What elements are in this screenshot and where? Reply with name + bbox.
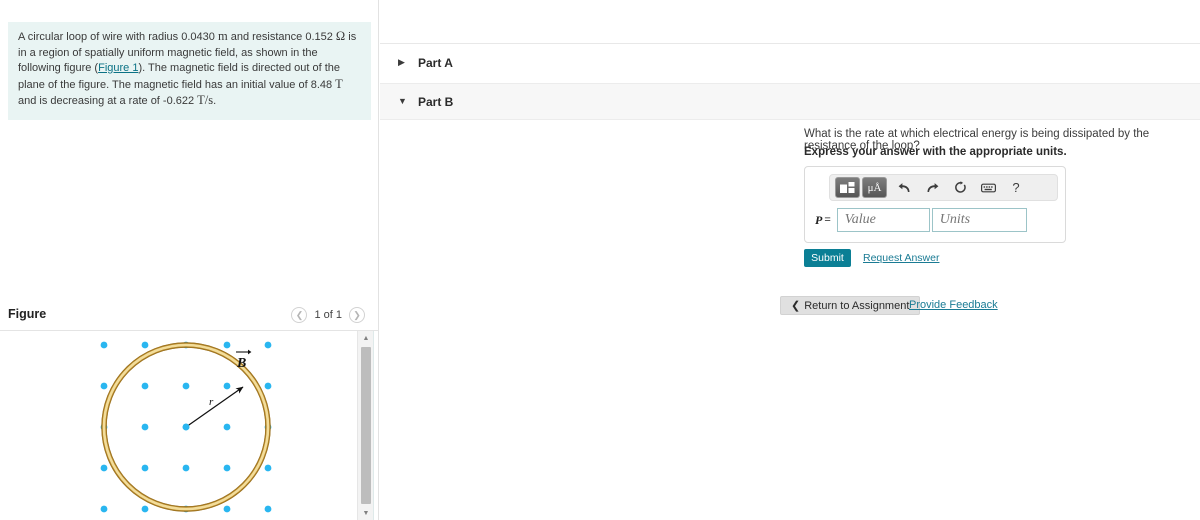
problem-text-5: and is decreasing at a rate of -0.622 <box>18 95 198 107</box>
figure-right-edge <box>373 331 374 520</box>
reset-icon[interactable] <box>949 178 971 198</box>
variable-label: P <box>815 212 823 227</box>
part-b-label: Part B <box>418 94 454 109</box>
figure-1-link[interactable]: Figure 1 <box>98 62 138 74</box>
left-column: A circular loop of wire with radius 0.04… <box>0 0 379 520</box>
template-glyph <box>840 181 855 193</box>
keyboard-glyph <box>980 183 996 192</box>
answer-toolbar: μÅ ? <box>829 174 1058 201</box>
redo-glyph <box>927 182 938 192</box>
figure-viewport: r B <box>0 331 360 520</box>
part-a-header[interactable]: ▶ Part A <box>380 44 1200 81</box>
help-icon[interactable]: ? <box>1005 178 1027 198</box>
magnetic-field-loop-diagram: r B <box>100 341 272 513</box>
radius-arrow <box>182 386 244 431</box>
template-icon[interactable] <box>835 177 860 198</box>
figure-pager: ❮ 1 of 1 ❯ <box>291 307 365 323</box>
problem-text-2: and resistance 0.152 <box>227 31 336 43</box>
answer-entry-box: μÅ ? P = Value Units <box>804 166 1066 243</box>
problem-text-1: A circular loop of wire with radius 0.04… <box>18 31 218 43</box>
figure-page-count: 1 of 1 <box>314 309 342 321</box>
undo-icon[interactable] <box>893 178 915 198</box>
part-a-label: Part A <box>418 55 453 70</box>
scrollbar-up-arrow[interactable]: ▲ <box>358 331 374 345</box>
value-input[interactable] <box>836 208 930 232</box>
problem-page: A circular loop of wire with radius 0.04… <box>0 0 1200 520</box>
instruction-text: Express your answer with the appropriate… <box>804 146 1067 158</box>
chevron-right-icon[interactable]: ▶ <box>398 58 407 67</box>
scrollbar-thumb[interactable] <box>361 347 371 504</box>
figure-title: Figure <box>8 307 47 321</box>
radius-label: r <box>209 396 214 408</box>
units-label: μÅ <box>867 181 882 194</box>
provide-feedback-link[interactable]: Provide Feedback <box>909 299 998 311</box>
chevron-left-icon: ❮ <box>791 300 801 312</box>
submit-button[interactable]: Submit <box>804 249 851 267</box>
scrollbar-down-arrow[interactable]: ▼ <box>358 506 374 520</box>
figure-scrollbar[interactable]: ▲ ▼ <box>357 331 374 520</box>
units-icon[interactable]: μÅ <box>862 177 887 198</box>
part-b-header[interactable]: ▼ Part B <box>380 83 1200 120</box>
unit-ohm: Ω <box>335 29 346 43</box>
figure-next-button[interactable]: ❯ <box>349 307 365 323</box>
request-answer-link[interactable]: Request Answer <box>863 252 939 264</box>
units-input[interactable] <box>931 208 1027 232</box>
figure-prev-button[interactable]: ❮ <box>291 307 308 323</box>
b-field-label: B <box>236 349 252 371</box>
undo-glyph <box>898 182 909 192</box>
keyboard-icon[interactable] <box>977 178 999 198</box>
right-column: ▶ Part A ▼ Part B What is the rate at wh… <box>380 0 1200 520</box>
unit-meters: m <box>217 29 228 43</box>
chevron-left-icon: ❮ <box>295 309 304 320</box>
problem-statement: A circular loop of wire with radius 0.04… <box>8 22 371 120</box>
redo-icon[interactable] <box>921 178 943 198</box>
equals-label: = <box>824 214 831 226</box>
reset-glyph <box>954 181 966 193</box>
problem-text-6: . <box>213 95 217 107</box>
answer-input-row: P = <box>815 208 1027 232</box>
figure-header: Figure ❮ 1 of 1 ❯ <box>0 303 379 330</box>
chevron-down-icon[interactable]: ▼ <box>398 97 407 106</box>
svg-text:B: B <box>236 356 246 371</box>
return-to-assignment-label: Return to Assignment <box>804 299 910 312</box>
unit-tesla: T <box>335 76 343 91</box>
unit-tesla-per-second: T/s <box>197 93 214 107</box>
chevron-right-icon: ❯ <box>353 309 361 320</box>
return-to-assignment-button[interactable]: ❮ Return to Assignment <box>780 296 921 315</box>
